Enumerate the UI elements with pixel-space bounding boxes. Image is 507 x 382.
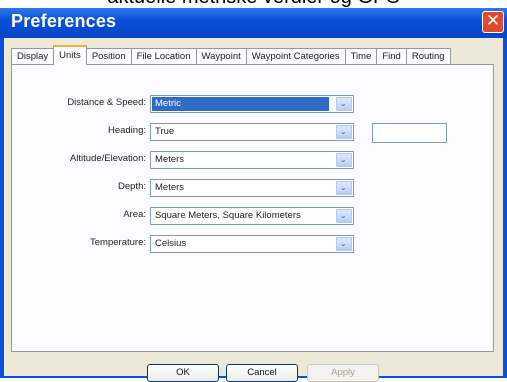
temperature-dropdown-button[interactable]: ⌄ bbox=[336, 237, 352, 251]
altitude-select[interactable]: Meters ⌄ bbox=[150, 151, 354, 169]
heading-extra-field[interactable] bbox=[372, 123, 447, 143]
depth-row: Depth: Meters ⌄ bbox=[12, 179, 493, 197]
tab-routing[interactable]: Routing bbox=[405, 48, 451, 65]
altitude-label: Altitude/Elevation: bbox=[69, 153, 146, 164]
chevron-down-icon: ⌄ bbox=[340, 211, 347, 220]
tab-strip: Display Units Position File Location Way… bbox=[11, 45, 451, 65]
depth-select[interactable]: Meters ⌄ bbox=[150, 179, 354, 197]
background-caption: aktuelle metriske verdier og GPS bbox=[0, 0, 507, 8]
area-row: Area: Square Meters, Square Kilometers ⌄ bbox=[12, 207, 493, 225]
distance-speed-row: Distance & Speed: Metric ⌄ bbox=[12, 95, 493, 113]
area-label: Area: bbox=[123, 209, 146, 220]
heading-dropdown-button[interactable]: ⌄ bbox=[336, 125, 352, 139]
apply-button[interactable]: Apply bbox=[307, 364, 379, 382]
cancel-button[interactable]: Cancel bbox=[226, 364, 298, 382]
units-panel: Distance & Speed: Metric ⌄ Heading: True… bbox=[11, 64, 494, 352]
altitude-dropdown-button[interactable]: ⌄ bbox=[336, 153, 352, 167]
area-value: Square Meters, Square Kilometers bbox=[155, 210, 301, 221]
depth-label: Depth: bbox=[118, 181, 146, 192]
tab-waypoint-categories[interactable]: Waypoint Categories bbox=[245, 48, 346, 65]
heading-label: Heading: bbox=[107, 125, 146, 136]
distance-speed-dropdown-button[interactable]: ⌄ bbox=[336, 97, 352, 111]
chevron-down-icon: ⌄ bbox=[340, 155, 347, 164]
temperature-label: Temperature: bbox=[90, 237, 146, 248]
temperature-select[interactable]: Celsius ⌄ bbox=[150, 235, 354, 253]
tab-position[interactable]: Position bbox=[85, 48, 132, 65]
tab-time[interactable]: Time bbox=[344, 48, 378, 65]
altitude-row: Altitude/Elevation: Meters ⌄ bbox=[12, 151, 493, 169]
temperature-value: Celsius bbox=[155, 238, 187, 249]
heading-value: True bbox=[155, 126, 175, 137]
chevron-down-icon: ⌄ bbox=[340, 239, 347, 248]
preferences-window: Preferences ✕ Display Units Position Fil… bbox=[0, 8, 507, 382]
tab-file-location[interactable]: File Location bbox=[130, 48, 197, 65]
heading-select[interactable]: True ⌄ bbox=[150, 123, 354, 141]
area-select[interactable]: Square Meters, Square Kilometers ⌄ bbox=[150, 207, 354, 225]
depth-dropdown-button[interactable]: ⌄ bbox=[336, 181, 352, 195]
tab-find[interactable]: Find bbox=[376, 48, 407, 65]
chevron-down-icon: ⌄ bbox=[340, 127, 347, 136]
temperature-row: Temperature: Celsius ⌄ bbox=[12, 235, 493, 253]
heading-row: Heading: True ⌄ bbox=[12, 123, 493, 143]
area-dropdown-button[interactable]: ⌄ bbox=[336, 209, 352, 223]
dialog-client-area: Display Units Position File Location Way… bbox=[4, 38, 503, 382]
tab-waypoint[interactable]: Waypoint bbox=[195, 48, 247, 65]
tab-units[interactable]: Units bbox=[53, 45, 87, 65]
window-title: Preferences bbox=[11, 11, 117, 31]
chevron-down-icon: ⌄ bbox=[340, 99, 347, 108]
title-bar[interactable]: Preferences ✕ bbox=[0, 8, 507, 38]
distance-speed-value: Metric bbox=[152, 97, 329, 111]
close-icon[interactable]: ✕ bbox=[482, 11, 504, 33]
chevron-down-icon: ⌄ bbox=[340, 183, 347, 192]
altitude-value: Meters bbox=[155, 154, 185, 165]
tab-display[interactable]: Display bbox=[11, 48, 55, 65]
distance-speed-select[interactable]: Metric ⌄ bbox=[150, 95, 354, 113]
depth-value: Meters bbox=[155, 182, 185, 193]
distance-speed-label: Distance & Speed: bbox=[67, 97, 146, 108]
ok-button[interactable]: OK bbox=[147, 364, 219, 382]
